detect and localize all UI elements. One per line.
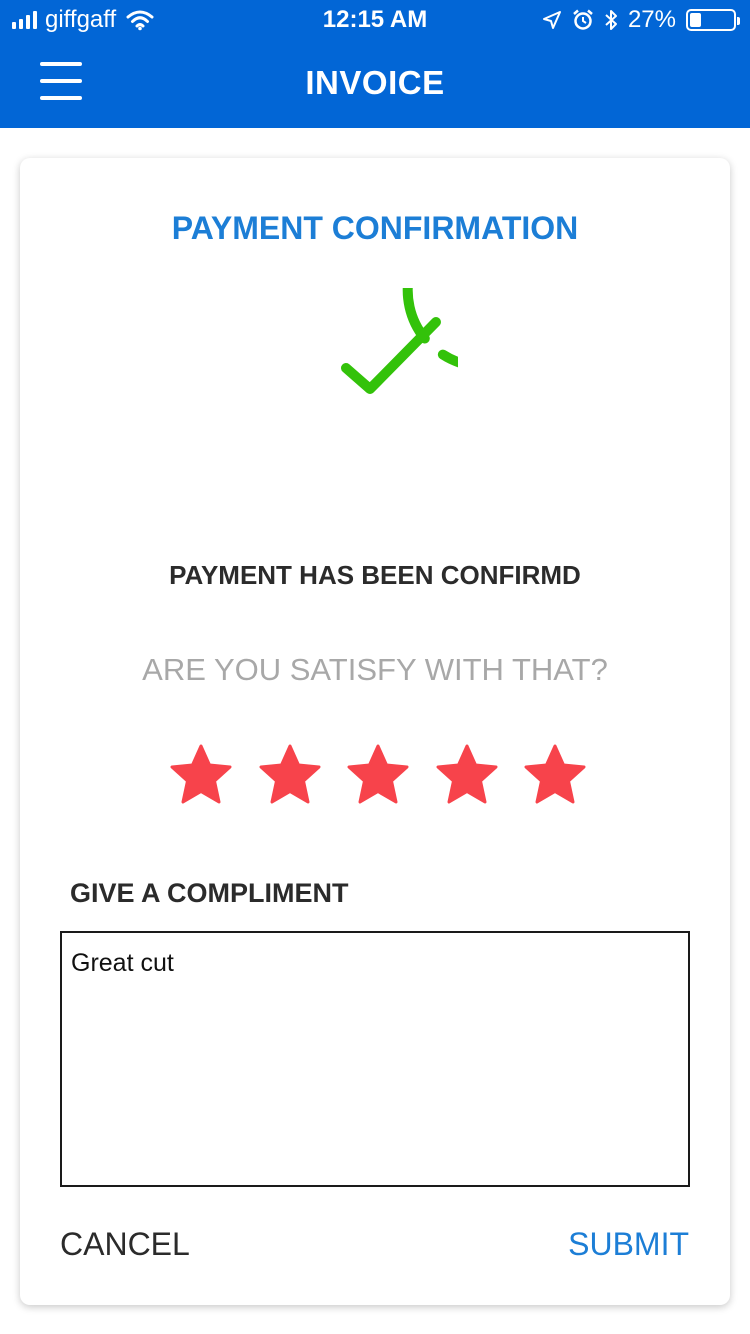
- card-title: PAYMENT CONFIRMATION: [171, 210, 579, 246]
- status-right: 27%: [542, 6, 740, 34]
- battery-percent: 27%: [627, 6, 676, 33]
- star-icon-1[interactable]: [168, 742, 234, 808]
- battery-icon: [686, 9, 740, 31]
- battery-level-fill: [690, 13, 701, 27]
- star-rating[interactable]: [168, 742, 588, 812]
- satisfaction-question: ARE YOU SATISFY WITH THAT?: [142, 652, 608, 687]
- star-icon-4[interactable]: [434, 742, 500, 808]
- cancel-button[interactable]: CANCEL: [60, 1226, 190, 1263]
- star-icon-2[interactable]: [257, 742, 323, 808]
- compliment-label: GIVE A COMPLIMENT: [70, 878, 349, 908]
- location-icon: [542, 11, 561, 29]
- bluetooth-icon: [605, 10, 617, 30]
- page-title: INVOICE: [305, 64, 445, 101]
- alarm-icon: [573, 9, 593, 30]
- status-bar: giffgaff 12:15 AM 27%: [0, 0, 750, 40]
- nav-bar: INVOICE: [0, 40, 750, 128]
- check-circle-icon: [341, 288, 458, 394]
- confirmation-message: PAYMENT HAS BEEN CONFIRMD: [169, 560, 581, 590]
- compliment-textarea[interactable]: [60, 931, 690, 1187]
- star-icon-3[interactable]: [345, 742, 411, 808]
- star-icon-5[interactable]: [522, 742, 588, 808]
- payment-confirmation-card: PAYMENT CONFIRMATION PAYMENT HAS BEEN CO…: [20, 158, 730, 1305]
- submit-button[interactable]: SUBMIT: [568, 1226, 689, 1263]
- top-bar: giffgaff 12:15 AM 27% INVOICE: [0, 0, 750, 128]
